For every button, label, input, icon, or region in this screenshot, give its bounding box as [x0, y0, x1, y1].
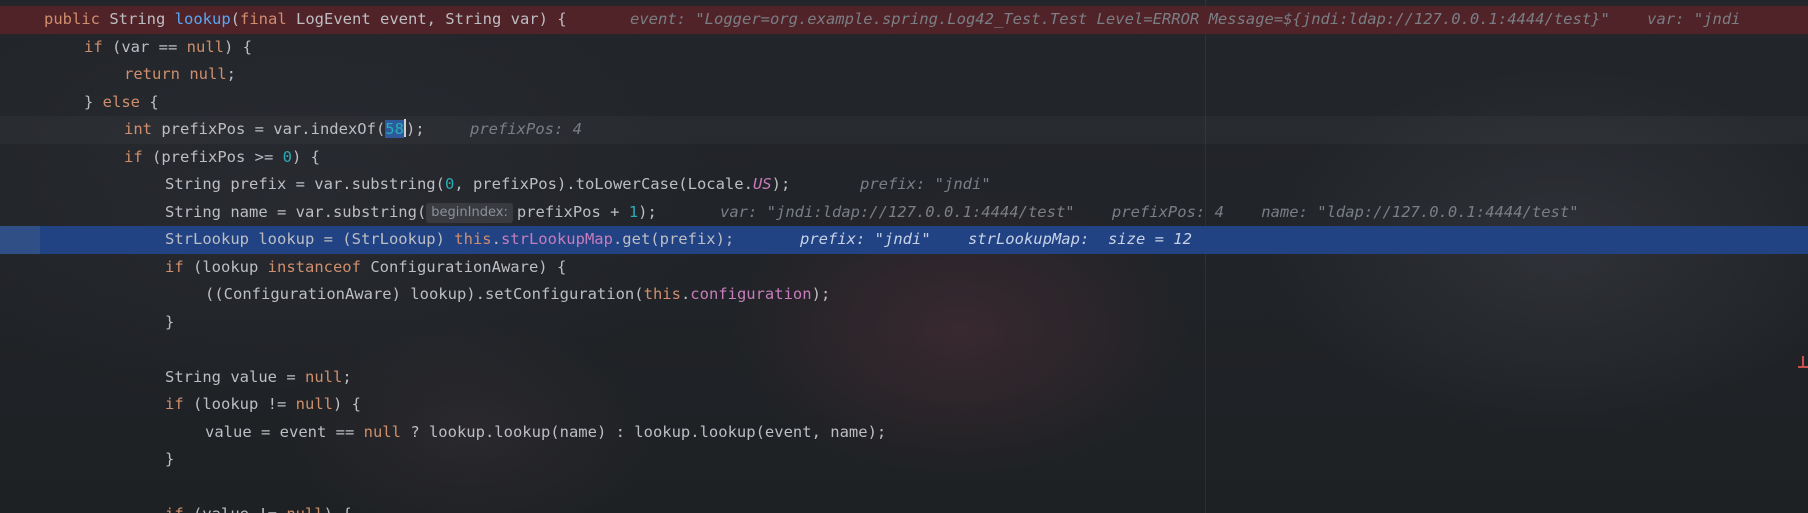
code-token: strLookupMap	[500, 230, 613, 248]
code-token: 0	[282, 147, 292, 166]
code-token: ) {	[223, 37, 252, 56]
code-token: ;	[226, 65, 236, 83]
code-token: prefixPos = var.indexOf(	[161, 120, 386, 138]
code-token: null	[189, 65, 227, 83]
code-token: }	[165, 312, 175, 331]
code-token: String prefix = var.substring(	[165, 175, 445, 193]
code-token: if	[84, 37, 112, 56]
code-token: ) {	[332, 395, 361, 413]
code-token: value = event ==	[205, 422, 364, 441]
code-token: String	[109, 10, 175, 28]
code-token: }	[165, 450, 175, 468]
code-token: 0	[444, 175, 455, 193]
code-line[interactable]: String prefix = var.substring(0, prefixP…	[0, 171, 1808, 199]
code-token: ;	[342, 367, 352, 386]
code-token: int	[124, 120, 162, 138]
code-token: ConfigurationAware) {	[370, 257, 567, 276]
code-line-caret[interactable]: int prefixPos = var.indexOf(58); prefixP…	[0, 116, 1808, 144]
code-token: this	[454, 230, 492, 248]
code-token: final	[240, 10, 296, 28]
code-token: null	[286, 505, 323, 513]
code-token: null	[186, 37, 224, 56]
code-line[interactable]: String value = null;	[0, 364, 1808, 392]
code-token: public	[44, 10, 110, 28]
code-line[interactable]: if (lookup instanceof ConfigurationAware…	[0, 254, 1808, 282]
code-token: );	[638, 202, 657, 221]
code-token: configuration	[690, 285, 812, 303]
code-token: else	[102, 92, 150, 111]
code-token: (lookup	[193, 257, 268, 276]
code-token: }	[84, 92, 103, 111]
code-token: (prefixPos >=	[152, 147, 283, 166]
code-token: if	[124, 147, 152, 166]
code-line[interactable]: }	[0, 309, 1808, 337]
code-line[interactable]: if (var == null) {	[0, 34, 1808, 62]
code-token: StrLookup lookup = (StrLookup)	[165, 230, 455, 248]
code-token: null	[295, 395, 333, 413]
code-token: lookup	[174, 10, 231, 28]
code-token: 1	[628, 202, 639, 221]
debug-inlay-values: prefixPos: 4	[470, 120, 582, 138]
code-token: (value !=	[193, 505, 286, 513]
code-line[interactable]: return null;	[0, 61, 1808, 89]
code-line[interactable]: value = event == null ? lookup.lookup(na…	[0, 419, 1808, 447]
code-token: ((ConfigurationAware) lookup).setConfigu…	[205, 285, 644, 303]
code-token: (var ==	[112, 37, 187, 56]
code-line[interactable]: ((ConfigurationAware) lookup).setConfigu…	[0, 281, 1808, 309]
code-token: if	[165, 395, 193, 413]
error-stripe-marker-tick	[1802, 356, 1804, 368]
debug-inlay-values: event: "Logger=org.example.spring.Log42_…	[630, 10, 1741, 28]
code-token: );	[405, 120, 425, 138]
code-token: {	[149, 92, 159, 111]
code-token: LogEvent event, String var) {	[296, 10, 567, 28]
code-token: ) {	[324, 505, 352, 513]
code-token: this	[643, 285, 681, 303]
debug-inlay-values: prefix: "jndi"	[860, 175, 991, 193]
code-token: .	[491, 230, 501, 248]
code-token: (	[230, 10, 240, 28]
selected-number-token[interactable]: 58	[385, 120, 404, 138]
code-token: ) {	[292, 147, 320, 166]
code-token: ? lookup.lookup(name) : lookup.lookup(ev…	[410, 422, 887, 441]
code-line[interactable]: String name = var.substring(beginIndex: p…	[0, 199, 1808, 227]
code-line-method-signature[interactable]: public String lookup(final LogEvent even…	[0, 6, 1808, 34]
code-token: instanceof	[267, 257, 371, 276]
code-token: if	[165, 505, 193, 513]
code-token: (lookup !=	[193, 395, 296, 413]
debug-inlay-values: prefix: "jndi" strLookupMap: size = 12	[800, 230, 1192, 248]
code-token: return	[124, 65, 190, 83]
code-token: null	[363, 422, 411, 441]
parameter-name-hint: beginIndex:	[426, 202, 513, 223]
code-line-execution-point[interactable]: StrLookup lookup = (StrLookup) this.strL…	[0, 226, 1808, 254]
code-token: String name = var.substring(	[165, 202, 427, 221]
debug-inlay-values: var: "jndi:ldap://127.0.0.1:4444/test" p…	[720, 202, 1579, 221]
code-line[interactable]: } else {	[0, 89, 1808, 117]
code-token: US	[752, 175, 772, 193]
code-token: .get(prefix);	[612, 230, 735, 248]
code-line[interactable]: }	[0, 446, 1808, 474]
code-token: null	[304, 367, 343, 386]
code-token: );	[771, 175, 791, 193]
code-editor[interactable]: public String lookup(final LogEvent even…	[0, 0, 1808, 513]
execution-gutter	[0, 226, 40, 254]
code-token: , prefixPos).toLowerCase(Locale.	[454, 175, 753, 193]
code-token: String value =	[165, 367, 305, 386]
code-line[interactable]: if (value != null) {	[0, 501, 1808, 513]
code-token: );	[811, 285, 831, 303]
code-token: if	[165, 257, 193, 276]
code-line[interactable]: if (prefixPos >= 0) {	[0, 144, 1808, 172]
code-token: .	[680, 285, 691, 303]
code-token: prefixPos +	[516, 202, 629, 221]
code-line[interactable]: if (lookup != null) {	[0, 391, 1808, 419]
